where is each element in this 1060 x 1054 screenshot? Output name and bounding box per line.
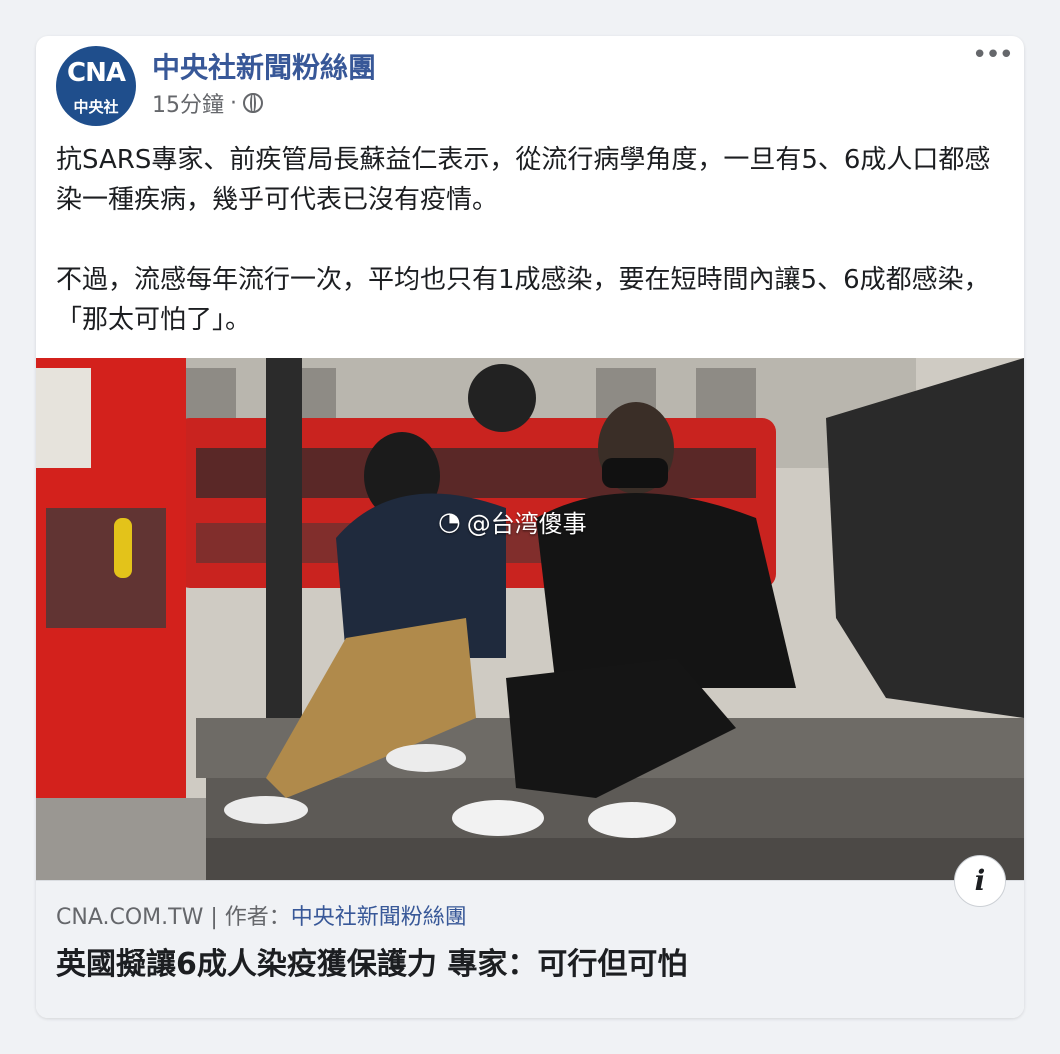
- avatar-sub: 中央社: [73, 98, 119, 116]
- author-label: 作者：: [224, 905, 291, 930]
- post-paragraph-2: 不過，流感每年流行一次，平均也只有1成感染，要在短時間內讓5、6成都感染，「那太…: [56, 265, 990, 335]
- page-name-link[interactable]: 中央社新聞粉絲團: [152, 46, 376, 86]
- avatar-logo: CNA: [67, 58, 126, 88]
- post-text: 抗SARS專家、前疾管局長蘇益仁表示，從流行病學角度，一旦有5、6成人口都感染一…: [56, 140, 1006, 380]
- weibo-icon: ◔: [438, 506, 461, 537]
- globe-icon: [243, 93, 263, 113]
- more-options-button[interactable]: •••: [972, 42, 1014, 70]
- link-domain: CNA.COM.TW: [56, 905, 204, 930]
- meta-dot: ·: [230, 90, 237, 116]
- post-card: CNA 中央社 中央社新聞粉絲團 15分鐘 · ••• 抗SARS專家、前疾管局…: [36, 36, 1024, 1018]
- link-preview[interactable]: i CNA.COM.TW | 作者：中央社新聞粉絲團 英國擬讓6成人染疫獲保護力…: [36, 855, 1024, 1018]
- post-photo[interactable]: ◔ @台湾傻事: [36, 358, 1024, 880]
- link-separator: |: [210, 905, 218, 930]
- link-source: CNA.COM.TW | 作者：中央社新聞粉絲團: [56, 899, 467, 931]
- post-paragraph-1: 抗SARS專家、前疾管局長蘇益仁表示，從流行病學角度，一旦有5、6成人口都感染一…: [56, 145, 991, 215]
- page-avatar[interactable]: CNA 中央社: [56, 46, 136, 126]
- photo-illustration: [36, 358, 1024, 880]
- photo-watermark: ◔ @台湾傻事: [438, 504, 587, 539]
- link-title[interactable]: 英國擬讓6成人染疫獲保護力 專家：可行但可怕: [56, 939, 687, 983]
- info-icon[interactable]: i: [954, 855, 1006, 907]
- author-name-link[interactable]: 中央社新聞粉絲團: [291, 905, 467, 930]
- post-meta: 15分鐘 ·: [152, 88, 263, 118]
- watermark-text: @台湾傻事: [466, 510, 587, 538]
- timestamp-link[interactable]: 15分鐘: [152, 87, 224, 119]
